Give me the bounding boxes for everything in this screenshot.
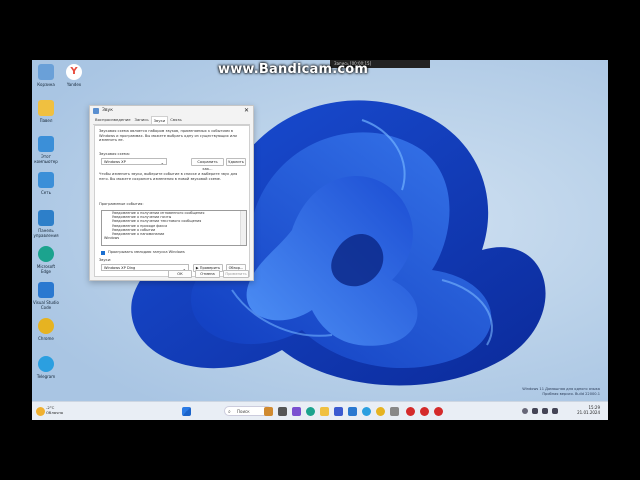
record-stop-icon[interactable] — [434, 407, 443, 416]
monitor-icon — [38, 136, 54, 152]
network-icon — [38, 172, 54, 188]
delete-button[interactable]: Удалить — [226, 158, 246, 166]
desktop-icon-control-panel[interactable]: Панель управления — [32, 210, 60, 238]
close-icon[interactable]: ✕ — [244, 106, 249, 116]
tab-playback[interactable]: Воспроизведение — [93, 116, 133, 124]
wifi-icon[interactable] — [542, 408, 548, 414]
dialog-tabs: Воспроизведение Запись Звуки Связь — [93, 116, 250, 125]
volume-icon[interactable] — [552, 408, 558, 414]
taskbar-clock[interactable]: 15:29 21.01.2024 — [577, 405, 600, 415]
desktop-icon-network[interactable]: Сеть — [32, 172, 60, 195]
events-label: Программные события: — [99, 202, 144, 206]
tab-communications[interactable]: Связь — [168, 116, 183, 124]
start-icon[interactable] — [182, 407, 191, 416]
chrome-taskbar-icon[interactable] — [376, 407, 385, 416]
events-scrollbar[interactable] — [240, 211, 246, 245]
tab-sounds[interactable]: Звуки — [150, 116, 169, 124]
desktop-icon-recycle-bin[interactable]: Корзина — [32, 64, 60, 87]
chevron-down-icon: ⌄ — [160, 160, 164, 165]
settings-taskbar-icon[interactable] — [390, 407, 399, 416]
telegram-taskbar-icon[interactable] — [362, 407, 371, 416]
events-list[interactable]: Уведомление о получении мгновенного сооб… — [101, 210, 247, 246]
edge-taskbar-icon[interactable] — [306, 407, 315, 416]
vscode-taskbar-icon[interactable] — [348, 407, 357, 416]
desktop-icon-this-pc[interactable]: Этот компьютер — [32, 136, 60, 164]
startup-sound-checkbox[interactable] — [101, 251, 105, 255]
desktop-icon-yandex[interactable]: Y Yandex — [60, 64, 88, 87]
cancel-button[interactable]: Отмена — [195, 270, 220, 278]
language-icon[interactable] — [532, 408, 538, 414]
widgets-icon[interactable] — [264, 407, 273, 416]
chrome-icon — [38, 318, 54, 334]
bandicam-watermark: www.Bandicam.com — [218, 62, 369, 77]
sound-dialog: Звук ✕ Воспроизведение Запись Звуки Связ… — [89, 105, 254, 281]
teams-icon[interactable] — [292, 407, 301, 416]
desktop-icon-telegram[interactable]: Telegram — [32, 356, 60, 379]
dialog-titlebar[interactable]: Звук ✕ — [90, 106, 253, 116]
desktop-icon-user-folder[interactable]: Павел — [32, 100, 60, 123]
sounds-pane: Звуковая схема является набором звуков, … — [94, 125, 250, 277]
vscode-icon — [38, 282, 54, 298]
bandicam-icon[interactable] — [406, 407, 415, 416]
tab-recording[interactable]: Запись — [133, 116, 151, 124]
desktop-icon-chrome[interactable]: Chrome — [32, 318, 60, 341]
record-icon[interactable] — [420, 407, 429, 416]
activation-watermark: Windows 11 Домашняя для одного языка Про… — [522, 387, 600, 396]
weather-icon[interactable] — [36, 407, 45, 416]
save-as-button[interactable]: Сохранить как... — [191, 158, 224, 171]
scheme-label: Звуковая схема: — [99, 152, 130, 156]
sounds-label: Звуки: — [99, 258, 112, 262]
recycle-bin-icon — [38, 64, 54, 80]
edge-icon — [38, 246, 54, 262]
search-icon: ⌕ — [228, 409, 231, 415]
scheme-select[interactable]: Windows XP ⌄ — [101, 158, 167, 165]
control-panel-icon — [38, 210, 54, 226]
weather-widget[interactable]: -2°C Облачно — [46, 405, 63, 415]
folder-icon — [38, 100, 54, 116]
tray-chevron-icon[interactable] — [522, 408, 528, 414]
yandex-icon: Y — [66, 64, 82, 80]
speaker-icon — [93, 108, 99, 114]
taskbar: -2°C Облачно ⌕ Поиск 15:29 21.01.2024 — [32, 401, 608, 420]
telegram-icon — [38, 356, 54, 372]
desktop-icon-vscode[interactable]: Visual Studio Code — [32, 282, 60, 310]
intro-text: Звуковая схема является набором звуков, … — [99, 129, 237, 143]
desktop-icon-edge[interactable]: Microsoft Edge — [32, 246, 60, 274]
startup-sound-label: Проигрывать мелодию запуска Windows — [108, 250, 185, 254]
explorer-icon[interactable] — [320, 407, 329, 416]
hint-text: Чтобы изменить звуки, выберите событие в… — [99, 172, 238, 181]
store-icon[interactable] — [334, 407, 343, 416]
task-view-icon[interactable] — [278, 407, 287, 416]
apply-button[interactable]: Применить — [223, 270, 249, 278]
list-item[interactable]: Windows — [102, 236, 246, 240]
ok-button[interactable]: ОК — [168, 270, 192, 278]
